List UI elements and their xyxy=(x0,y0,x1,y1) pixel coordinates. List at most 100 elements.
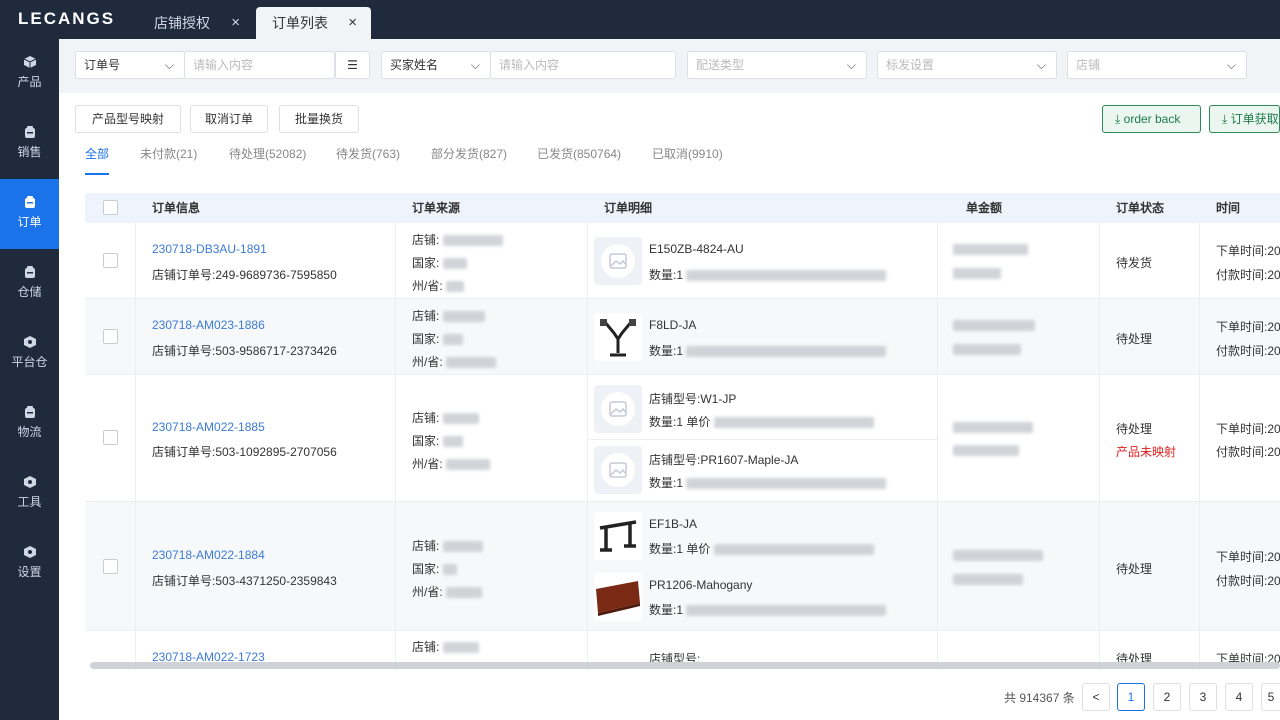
header-order-info: 订单信息 xyxy=(152,201,201,215)
sidebar-item-label: 物流 xyxy=(17,425,42,439)
sidebar-item-sales[interactable]: 销售 xyxy=(0,109,59,179)
amount-value xyxy=(953,342,1021,356)
app-logo: LECANGS xyxy=(18,9,116,28)
item-quantity: 数量:1 单价 xyxy=(649,540,874,557)
cancel-order-button[interactable]: 取消订单 xyxy=(190,105,268,133)
source-state: 州/省: xyxy=(412,277,465,294)
amount-value xyxy=(953,572,1023,586)
order-search-input[interactable]: 请输入内容 xyxy=(184,51,335,79)
row-checkbox[interactable] xyxy=(103,329,118,344)
sidebar-item-order[interactable]: 订单 xyxy=(0,179,59,249)
label-setting-select[interactable]: 标发设置 ⌵ xyxy=(877,51,1057,79)
buyer-search-input[interactable]: 请输入内容 xyxy=(490,51,676,79)
item-code: EF1B-JA xyxy=(649,517,698,531)
sidebar-item-tools[interactable]: 工具 xyxy=(0,459,59,529)
order-number-link[interactable]: 230718-AM022-1885 xyxy=(152,420,265,434)
item-quantity: 数量:1 单价 xyxy=(649,413,874,430)
status-tab-shipped[interactable]: 已发货(850764) xyxy=(537,145,621,162)
sidebar-item-product[interactable]: 产品 xyxy=(0,39,59,109)
close-icon[interactable]: × xyxy=(348,7,357,39)
status-tab-cancelled[interactable]: 已取消(9910) xyxy=(652,145,723,162)
map-model-button[interactable]: 产品型号映射 xyxy=(75,105,181,133)
item-quantity: 数量:1 xyxy=(649,474,887,491)
active-tab-indicator xyxy=(85,173,109,175)
batch-swap-button[interactable]: 批量换货 xyxy=(279,105,359,133)
download-icon: ⤓ xyxy=(1222,112,1228,126)
sidebar-item-logistics[interactable]: 物流 xyxy=(0,389,59,459)
buyer-field-select[interactable]: 买家姓名 ⌵ xyxy=(381,51,491,79)
sidebar-item-warehouse[interactable]: 仓储 xyxy=(0,249,59,319)
pay-time: 付款时间:20 xyxy=(1216,344,1280,358)
order-back-button[interactable]: ⤓ order back xyxy=(1102,105,1201,133)
table-header: 订单信息 订单来源 订单明细 单金额 订单状态 时间 xyxy=(85,193,1280,223)
source-shop: 店铺: xyxy=(412,409,479,426)
button-label: order back xyxy=(1123,112,1181,126)
shop-order-number: 店铺订单号:503-1092895-2707056 xyxy=(152,445,337,459)
order-number-link[interactable]: 230718-AM023-1886 xyxy=(152,318,265,332)
row-checkbox[interactable] xyxy=(103,430,118,445)
sidebar-item-label: 平台仓 xyxy=(11,355,48,369)
horizontal-scrollbar[interactable] xyxy=(90,662,1280,669)
page-button-5[interactable]: 5 xyxy=(1261,683,1280,711)
source-shop: 店铺: xyxy=(412,231,503,248)
source-state: 州/省: xyxy=(412,583,483,600)
item-code: 店铺型号:W1-JP xyxy=(649,392,737,406)
tabletop-image xyxy=(594,573,642,621)
order-number-link[interactable]: 230718-AM022-1884 xyxy=(152,548,265,562)
select-all-checkbox[interactable] xyxy=(103,200,118,215)
status-tab-all[interactable]: 全部 xyxy=(85,145,109,162)
batch-input-button[interactable]: ☰ xyxy=(335,51,370,79)
list-icon: ☰ xyxy=(347,58,358,72)
image-placeholder-icon xyxy=(594,237,642,285)
tab-order-list[interactable]: 订单列表 × xyxy=(256,7,371,39)
amount-value xyxy=(953,242,1028,256)
delivery-type-select[interactable]: 配送类型 ⌵ xyxy=(687,51,867,79)
image-placeholder-icon xyxy=(594,446,642,494)
sidebar-item-label: 订单 xyxy=(17,215,42,229)
pay-time: 付款时间:20 xyxy=(1216,445,1280,459)
order-time: 下单时间:20 xyxy=(1216,320,1280,334)
item-code: E150ZB-4824-AU xyxy=(649,242,744,256)
status-tab-pending[interactable]: 待处理(52082) xyxy=(229,145,306,162)
status-tab-partial[interactable]: 部分发货(827) xyxy=(431,145,507,162)
input-placeholder: 请输入内容 xyxy=(193,58,254,72)
row-checkbox[interactable] xyxy=(103,559,118,574)
page-button-2[interactable]: 2 xyxy=(1153,683,1181,711)
source-country: 国家: xyxy=(412,432,463,449)
box-icon xyxy=(23,265,37,279)
table-row[interactable]: 230718-DB3AU-1891 店铺订单号:249-9689736-7595… xyxy=(85,223,1280,299)
table-row[interactable]: 230718-AM023-1886 店铺订单号:503-9586717-2373… xyxy=(85,299,1280,375)
shop-order-number: 店铺订单号:503-4371250-2359843 xyxy=(152,574,337,588)
prev-page-button[interactable]: < xyxy=(1082,683,1110,711)
button-label: 订单获取 xyxy=(1230,112,1279,126)
shop-order-number: 店铺订单号:249-9689736-7595850 xyxy=(152,268,337,282)
sidebar-item-platform-warehouse[interactable]: 平台仓 xyxy=(0,319,59,389)
order-number-link[interactable]: 230718-DB3AU-1891 xyxy=(152,242,267,256)
order-field-select[interactable]: 订单号 ⌵ xyxy=(75,51,185,79)
page-button-1[interactable]: 1 xyxy=(1117,683,1145,711)
header-order-status: 订单状态 xyxy=(1116,201,1165,215)
select-placeholder: 标发设置 xyxy=(886,58,935,72)
sidebar-item-settings[interactable]: 设置 xyxy=(0,529,59,599)
order-status: 待处理 xyxy=(1116,332,1153,346)
source-country: 国家: xyxy=(412,330,463,347)
row-checkbox[interactable] xyxy=(103,253,118,268)
source-shop: 店铺: xyxy=(412,638,479,655)
fetch-orders-button[interactable]: ⤓ 订单获取 xyxy=(1209,105,1280,133)
table-row[interactable]: 230718-AM022-1884 店铺订单号:503-4371250-2359… xyxy=(85,502,1280,631)
image-placeholder-icon xyxy=(594,385,642,433)
tab-shop-auth[interactable]: 店铺授权 × xyxy=(138,7,254,39)
page-button-4[interactable]: 4 xyxy=(1225,683,1253,711)
shop-select[interactable]: 店铺 ⌵ xyxy=(1067,51,1247,79)
page-button-3[interactable]: 3 xyxy=(1189,683,1217,711)
sidebar-item-label: 产品 xyxy=(17,75,42,89)
amount-value xyxy=(953,548,1043,562)
filter-bar: 订单号 ⌵ 请输入内容 ☰ 买家姓名 ⌵ 请输入内容 配送类型 ⌵ 标发设置 ⌵… xyxy=(59,39,1280,93)
order-time: 下单时间:20 xyxy=(1216,550,1280,564)
sidebar-item-label: 仓储 xyxy=(17,285,42,299)
status-tab-unpaid[interactable]: 未付款(21) xyxy=(140,145,197,162)
close-icon[interactable]: × xyxy=(231,7,240,39)
status-tab-to-ship[interactable]: 待发货(763) xyxy=(336,145,400,162)
sidebar-item-label: 销售 xyxy=(17,145,42,159)
table-row[interactable]: 230718-AM022-1885 店铺订单号:503-1092895-2707… xyxy=(85,375,1280,502)
